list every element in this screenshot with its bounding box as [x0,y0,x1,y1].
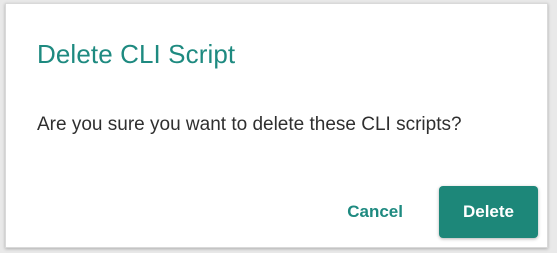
delete-button[interactable]: Delete [438,186,538,238]
cancel-button[interactable]: Cancel [325,186,425,238]
dialog-actions: Cancel Delete [325,186,538,238]
dialog-title: Delete CLI Script [37,39,236,69]
delete-cli-script-dialog: Delete CLI Script Are you sure you want … [5,3,548,248]
dialog-message: Are you sure you want to delete these CL… [37,114,462,135]
